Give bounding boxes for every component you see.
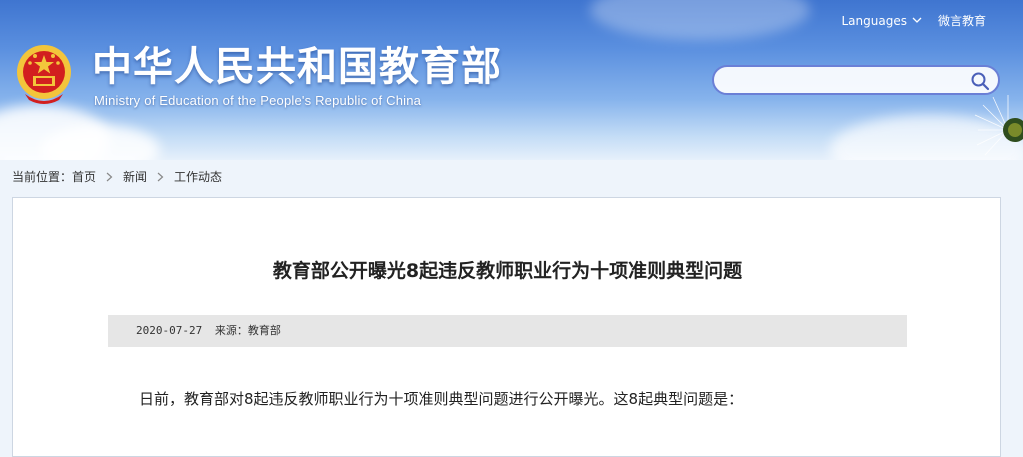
- article-title: 教育部公开曝光8起违反教师职业行为十项准则典型问题: [272, 260, 743, 282]
- article-source-label: 来源：: [214, 324, 248, 337]
- top-links: Languages 微言教育: [842, 12, 987, 29]
- breadcrumb: 当前位置：首页 新闻 工作动态: [12, 168, 222, 185]
- breadcrumb-item-work-updates[interactable]: 工作动态: [174, 168, 222, 185]
- article-panel: 教育部公开曝光8起违反教师职业行为十项准则典型问题 2020-07-27 来源：…: [12, 197, 1001, 457]
- site-subtitle: Ministry of Education of the People's Re…: [94, 93, 422, 108]
- national-emblem-icon: [17, 45, 71, 104]
- breadcrumb-prefix: 当前位置：首页: [12, 168, 96, 185]
- article-date: 2020-07-27: [136, 324, 203, 337]
- article-meta: 2020-07-27 来源：教育部: [108, 315, 907, 347]
- languages-label: Languages: [841, 13, 907, 28]
- article-paragraph: 日前，教育部对8起违反教师职业行为十项准则典型问题进行公开曝光。这8起典型问题是…: [139, 390, 744, 408]
- breadcrumb-item-home[interactable]: 首页: [72, 170, 96, 184]
- chevron-right-icon: [106, 172, 113, 181]
- breadcrumb-prefix-label: 当前位置：: [12, 170, 73, 184]
- chevron-down-icon: [912, 17, 922, 23]
- dandelion-decoration: [974, 95, 1023, 156]
- breadcrumb-item-news[interactable]: 新闻: [123, 168, 147, 185]
- cloud-decoration: [590, 0, 810, 40]
- search-box: [712, 65, 1000, 95]
- site-header: 中华人民共和国教育部 Ministry of Education of the …: [0, 0, 1023, 160]
- site-title: 中华人民共和国教育部: [92, 44, 502, 90]
- wechat-link[interactable]: 微言教育: [938, 12, 986, 29]
- search-input[interactable]: [726, 67, 970, 95]
- chevron-right-icon: [157, 172, 164, 181]
- languages-dropdown[interactable]: Languages: [842, 14, 922, 28]
- article-source: 教育部: [247, 324, 281, 337]
